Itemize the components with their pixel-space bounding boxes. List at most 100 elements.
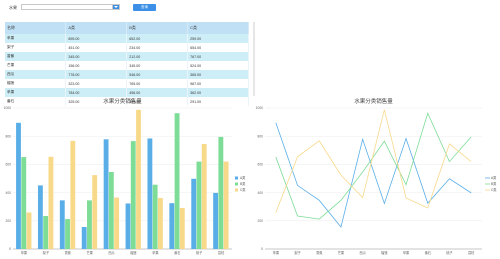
x-tick-label: 桃子 xyxy=(446,250,453,255)
chart-title: 水果分类销售量 xyxy=(354,97,393,105)
bar-A类 xyxy=(103,139,109,249)
table-cell: 345.00 xyxy=(126,61,189,70)
bar-A类 xyxy=(191,178,197,249)
table-cell: 895.00 xyxy=(65,34,128,43)
bar-A类 xyxy=(213,192,219,249)
bar-A类 xyxy=(59,200,65,249)
table-header-row: 名称 A类 B类 C类 xyxy=(5,22,249,34)
x-tick-label: 香蕉 xyxy=(316,250,323,255)
table-scrollbar[interactable] xyxy=(253,22,255,96)
bar-B类 xyxy=(87,200,92,249)
table-cell: 767.00 xyxy=(187,52,249,61)
x-tick-label: 梨子 xyxy=(294,250,301,255)
table-cell: 451.00 xyxy=(65,43,128,52)
bar-C类 xyxy=(48,156,54,249)
table-cell: 156.00 xyxy=(65,61,128,70)
table-row[interactable]: 香蕉 345.00 212.00 767.00 xyxy=(5,52,249,61)
table-row[interactable]: 芒果 156.00 345.00 524.00 xyxy=(5,61,249,70)
table-cell: 345.00 xyxy=(65,52,128,61)
table-cell: 西瓜 xyxy=(5,70,67,79)
legend-label: C类 xyxy=(491,187,497,192)
x-tick-label: 芒果 xyxy=(86,250,93,255)
y-tick-label: 1000 xyxy=(256,106,264,110)
x-tick-label: 梨子 xyxy=(43,250,50,255)
x-tick-label: 番石 xyxy=(174,250,180,255)
table-cell: 212.00 xyxy=(126,52,189,61)
chevron-down-icon[interactable] xyxy=(112,5,119,9)
y-tick-label: 0 xyxy=(9,247,11,251)
table-cell: 365.00 xyxy=(187,70,249,79)
table-row[interactable]: 西瓜 778.00 546.00 365.00 xyxy=(5,70,249,79)
table-cell: 652.00 xyxy=(126,34,189,43)
table-cell: 259.00 xyxy=(187,34,249,43)
bar-C类 xyxy=(26,212,32,249)
table-cell: 362.00 xyxy=(187,88,249,97)
header-c[interactable]: C类 xyxy=(187,22,249,34)
bar-A类 xyxy=(37,185,43,249)
header-name[interactable]: 名称 xyxy=(5,22,67,34)
x-tick-label: 桃子 xyxy=(196,250,203,255)
line-chart: 水果分类销售量 0 200 400 600 800 1000 苹果 梨子 香蕉 芒果 西瓜 榴莲 苹果 番石… xyxy=(256,97,498,255)
x-tick-label: 榴莲 xyxy=(381,250,388,255)
table-row[interactable]: 梨子 451.00 234.00 654.00 xyxy=(5,43,249,52)
bar-C类 xyxy=(223,161,229,249)
table-cell: 524.00 xyxy=(187,61,249,70)
table-row[interactable]: 苹果 784.00 456.00 362.00 xyxy=(5,88,249,97)
x-tick-label: 榴莲 xyxy=(130,250,137,255)
bar-B类 xyxy=(152,184,158,249)
bar-C类 xyxy=(92,175,98,249)
bar-B类 xyxy=(196,161,202,249)
y-tick-label: 800 xyxy=(257,134,263,138)
x-tick-label: 荔枝 xyxy=(468,250,475,255)
table-cell: 芒果 xyxy=(5,61,67,70)
bar-B类 xyxy=(65,219,70,249)
bar-B类 xyxy=(174,113,180,249)
table-row[interactable]: 苹果 895.00 652.00 259.00 xyxy=(5,34,249,43)
y-tick-label: 600 xyxy=(5,163,11,167)
y-tick-label: 600 xyxy=(257,163,263,167)
bar-C类 xyxy=(179,207,185,249)
x-tick-label: 荔枝 xyxy=(218,250,225,255)
query-button[interactable]: 查询 xyxy=(133,4,156,11)
y-tick-label: 400 xyxy=(5,191,11,195)
table-cell: 苹果 xyxy=(5,34,67,43)
fruit-field-label: 水果 xyxy=(9,5,17,10)
bar-A类 xyxy=(169,203,175,249)
header-b[interactable]: B类 xyxy=(126,22,189,34)
legend-swatch xyxy=(235,182,238,186)
bar-C类 xyxy=(70,140,76,249)
bar-B类 xyxy=(218,136,224,249)
header-a[interactable]: A类 xyxy=(65,22,128,34)
x-tick-label: 苹果 xyxy=(152,250,159,255)
bar-B类 xyxy=(43,216,49,249)
y-tick-label: 800 xyxy=(5,134,11,138)
line-C类 xyxy=(275,109,472,213)
legend-swatch xyxy=(235,176,238,180)
filter-toolbar: 水果 查询 xyxy=(0,0,500,17)
bar-C类 xyxy=(201,143,207,249)
table-row[interactable]: 榴莲 323.00 765.00 987.00 xyxy=(5,79,249,88)
fruit-select[interactable] xyxy=(21,4,120,10)
bar-B类 xyxy=(130,141,136,249)
table-cell: 654.00 xyxy=(187,43,249,52)
legend-label: B类 xyxy=(240,181,246,186)
legend-label: C类 xyxy=(240,187,246,192)
table-cell: 榴莲 xyxy=(5,79,67,88)
x-tick-label: 西瓜 xyxy=(108,251,115,255)
bar-chart: 水果分类销售量 0 200 400 600 800 1000 苹果 梨子 香蕉 芒果 西瓜 榴莲 苹果 番石… xyxy=(4,97,247,255)
legend-label: A类 xyxy=(491,175,497,180)
table-cell: 323.00 xyxy=(65,79,128,88)
table-cell: 456.00 xyxy=(126,88,189,97)
bar-A类 xyxy=(147,138,153,249)
table-cell: 765.00 xyxy=(126,79,189,88)
y-tick-label: 200 xyxy=(5,219,11,223)
table-cell: 987.00 xyxy=(187,79,249,88)
bar-C类 xyxy=(114,197,120,249)
chart-title: 水果分类销售量 xyxy=(103,97,142,105)
x-tick-label: 苹果 xyxy=(21,250,28,255)
table-cell: 784.00 xyxy=(65,88,128,97)
table-cell: 778.00 xyxy=(65,70,128,79)
x-tick-label: 香蕉 xyxy=(65,250,72,255)
x-tick-label: 西瓜 xyxy=(359,251,366,255)
table-cell: 234.00 xyxy=(126,43,189,52)
